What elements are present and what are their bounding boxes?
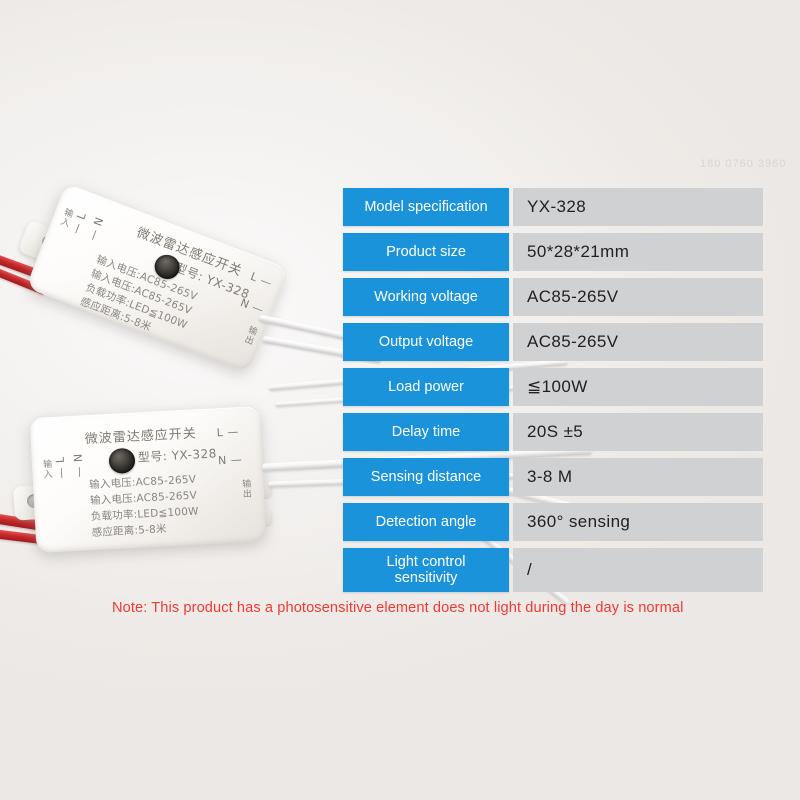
upper-device-face: 微波雷达感应开关 型号: YX-328 输入电压:AC85-265V 输入电压:… <box>26 183 288 373</box>
table-row: Product size 50*28*21mm <box>343 233 763 271</box>
lower-device-face: 微波雷达感应开关 型号: YX-328 输入电压:AC85-265V 输入电压:… <box>30 406 267 553</box>
spec-value-light-control-sensitivity: / <box>513 548 763 592</box>
spec-value-model-specification: YX-328 <box>513 188 763 226</box>
lower-label-spec-4: 感应距离:5-8米 <box>91 523 167 540</box>
lower-device-group: 微波雷达感应开关 型号: YX-328 输入电压:AC85-265V 输入电压:… <box>0 390 340 600</box>
lower-input-label: 输入 <box>40 459 52 480</box>
spec-value-output-voltage: AC85-265V <box>513 323 763 361</box>
upper-terminal-input-n: — N <box>85 215 107 243</box>
table-row: Detection angle 360° sensing <box>343 503 763 541</box>
lower-terminal-input-n: — N <box>71 453 86 478</box>
lower-terminal-input-l: — L <box>53 456 68 479</box>
lower-terminal-output-l: L — <box>216 425 240 440</box>
spec-key-light-control-sensitivity: Light control sensitivity <box>343 548 509 592</box>
lower-label-model: 型号: YX-328 <box>137 446 218 465</box>
spec-key-model-specification: Model specification <box>343 188 509 226</box>
spec-key-light-control-line2: sensitivity <box>394 570 458 586</box>
spec-value-working-voltage: AC85-265V <box>513 278 763 316</box>
spec-key-sensing-distance: Sensing distance <box>343 458 509 496</box>
spec-key-output-voltage: Output voltage <box>343 323 509 361</box>
spec-value-load-power: ≦100W <box>513 368 763 406</box>
table-row: Sensing distance 3-8 M <box>343 458 763 496</box>
lower-device-body: 微波雷达感应开关 型号: YX-328 输入电压:AC85-265V 输入电压:… <box>29 406 267 553</box>
spec-value-detection-angle: 360° sensing <box>513 503 763 541</box>
product-photo: 微波雷达感应开关 型号: YX-328 输入电压:AC85-265V 输入电压:… <box>0 180 388 630</box>
spec-key-load-power: Load power <box>343 368 509 406</box>
watermark-text: 180 0760 3960 <box>700 158 787 170</box>
spec-value-product-size: 50*28*21mm <box>513 233 763 271</box>
table-row: Model specification YX-328 <box>343 188 763 226</box>
spec-key-light-control-line1: Light control <box>386 553 466 570</box>
photosensitive-note: Note: This product has a photosensitive … <box>112 600 684 616</box>
spec-value-delay-time: 20S ±5 <box>513 413 763 451</box>
specification-table: Model specification YX-328 Product size … <box>343 188 763 599</box>
upper-output-label: 输出 <box>241 323 258 347</box>
spec-key-product-size: Product size <box>343 233 509 271</box>
table-row: Load power ≦100W <box>343 368 763 406</box>
lower-output-label: 输出 <box>240 478 252 500</box>
table-row: Light control sensitivity / <box>343 548 763 592</box>
upper-terminal-output-n: N — <box>238 296 266 317</box>
lower-sensor-dot <box>108 447 136 474</box>
lower-label-title: 微波雷达感应开关 <box>84 426 198 448</box>
product-spec-image: 180 0760 3960 微波雷达感应开关 型号: YX-328 输入电压:A… <box>0 0 800 800</box>
table-row: Working voltage AC85-265V <box>343 278 763 316</box>
lower-terminal-output-n: N — <box>217 453 243 468</box>
spec-value-sensing-distance: 3-8 M <box>513 458 763 496</box>
spec-key-detection-angle: Detection angle <box>343 503 509 541</box>
upper-device-body: 微波雷达感应开关 型号: YX-328 输入电压:AC85-265V 输入电压:… <box>25 183 289 373</box>
upper-terminal-output-l: L — <box>248 269 274 291</box>
table-row: Output voltage AC85-265V <box>343 323 763 361</box>
table-row: Delay time 20S ±5 <box>343 413 763 451</box>
spec-key-working-voltage: Working voltage <box>343 278 509 316</box>
spec-key-delay-time: Delay time <box>343 413 509 451</box>
